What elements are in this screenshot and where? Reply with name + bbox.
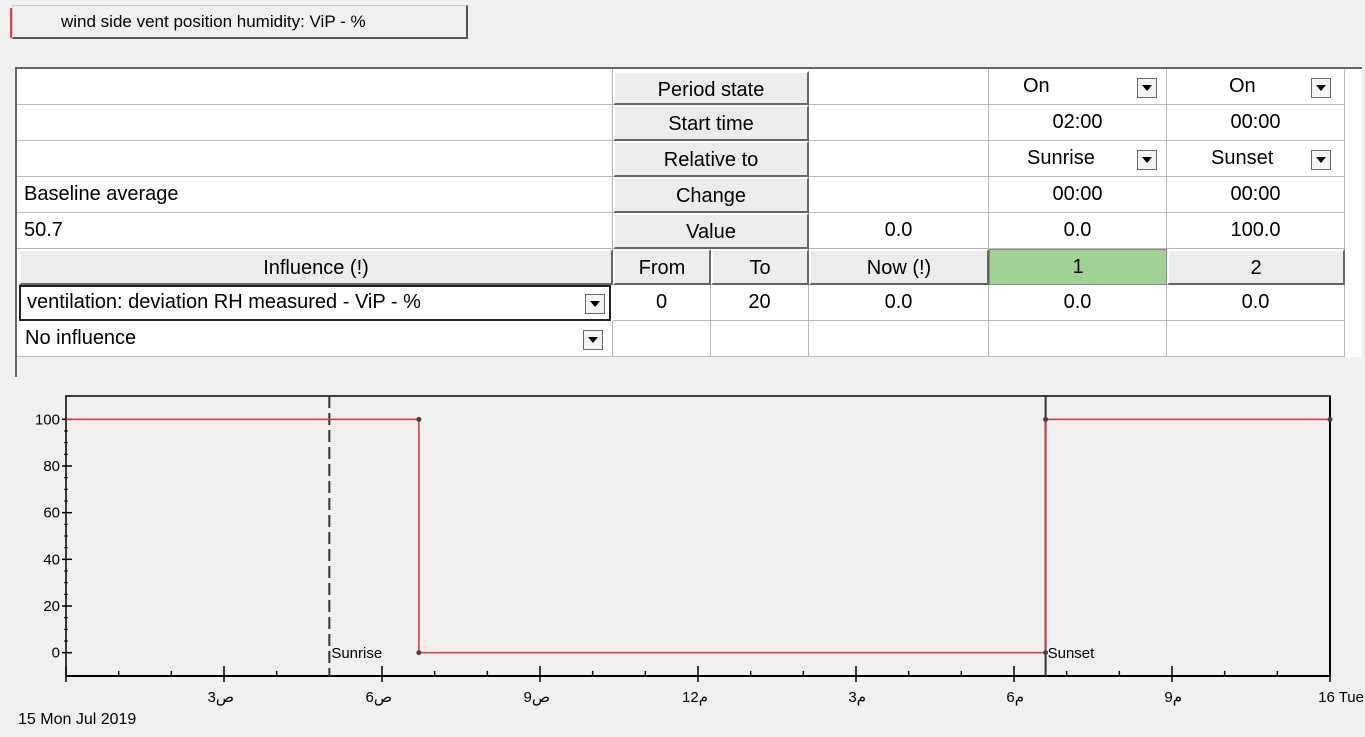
influence-p1[interactable] bbox=[989, 321, 1167, 357]
y-tick-label: 60 bbox=[43, 505, 60, 522]
influence-to[interactable]: 20 bbox=[711, 285, 809, 321]
row-header-start-time: Start time bbox=[613, 105, 809, 141]
now-header: Now (!) bbox=[809, 249, 989, 285]
period2-header[interactable]: 2 bbox=[1167, 249, 1345, 285]
influence-p2[interactable] bbox=[1167, 321, 1345, 357]
influence-now bbox=[809, 321, 989, 357]
plot-area bbox=[65, 395, 1331, 677]
period1-start-time[interactable]: 02:00 bbox=[989, 105, 1167, 141]
date-label: 15 Mon Jul 2019 bbox=[18, 711, 136, 728]
chevron-down-icon[interactable] bbox=[583, 330, 603, 350]
tab-bar: wind side vent position humidity: ViP - … bbox=[0, 0, 1365, 44]
period2-start-time[interactable]: 00:00 bbox=[1167, 105, 1345, 141]
period2-relative-to[interactable]: Sunset bbox=[1167, 141, 1345, 177]
tab-setting[interactable]: wind side vent position humidity: ViP - … bbox=[12, 5, 468, 39]
influence-p2[interactable]: 0.0 bbox=[1167, 285, 1345, 321]
value-now: 0.0 bbox=[809, 213, 989, 249]
influence-from[interactable] bbox=[613, 321, 711, 357]
y-tick-label: 0 bbox=[52, 645, 60, 662]
chart-svg: 100 80 60 40 20 0 3ص 6ص 9ص 12م 3م 6م 9م 16 Tue Sunri… bbox=[0, 378, 1365, 732]
influence-name: ventilation: deviation RH measured - ViP… bbox=[27, 291, 421, 313]
x-tick-label: 3ص bbox=[208, 689, 234, 706]
influence-to[interactable] bbox=[711, 321, 809, 357]
row-header-period-state: Period state bbox=[613, 71, 809, 105]
row-header-value: Value bbox=[613, 213, 809, 249]
x-tick-label: 12م bbox=[682, 689, 708, 706]
empty-cell bbox=[17, 141, 613, 177]
period1-state-value: On bbox=[1023, 75, 1050, 97]
y-tick-label: 20 bbox=[43, 598, 60, 615]
influence-now: 0.0 bbox=[809, 285, 989, 321]
series-point bbox=[1327, 416, 1333, 422]
grid-footer bbox=[17, 357, 1362, 377]
series-point bbox=[416, 416, 422, 422]
chevron-down-icon[interactable] bbox=[1137, 78, 1157, 98]
influence-select-2[interactable]: No influence bbox=[17, 321, 613, 357]
chevron-down-icon[interactable] bbox=[585, 294, 605, 314]
chevron-down-icon[interactable] bbox=[1137, 150, 1157, 170]
period2-change[interactable]: 00:00 bbox=[1167, 177, 1345, 213]
x-tick-label: 16 Tue bbox=[1318, 689, 1364, 706]
marker-label: Sunrise bbox=[331, 645, 382, 662]
chevron-down-icon[interactable] bbox=[1311, 78, 1331, 98]
from-header: From bbox=[613, 249, 711, 285]
x-tick-label: 6ص bbox=[366, 689, 392, 706]
period1-value[interactable]: 0.0 bbox=[989, 213, 1167, 249]
period2-value[interactable]: 100.0 bbox=[1167, 213, 1345, 249]
influence-from[interactable]: 0 bbox=[613, 285, 711, 321]
influence-select-1[interactable]: ventilation: deviation RH measured - ViP… bbox=[19, 285, 611, 321]
chart: 100 80 60 40 20 0 3ص 6ص 9ص 12م 3م 6م 9م 16 Tue Sunri… bbox=[0, 378, 1365, 732]
period1-change[interactable]: 00:00 bbox=[989, 177, 1167, 213]
x-tick-label: 9ص bbox=[524, 689, 550, 706]
empty-cell bbox=[17, 105, 613, 141]
y-tick-label: 80 bbox=[43, 458, 60, 475]
now-cell bbox=[809, 141, 989, 177]
baseline-value: 50.7 bbox=[17, 213, 613, 249]
series-point bbox=[416, 650, 422, 656]
series-point bbox=[1043, 650, 1049, 656]
period1-relative-to[interactable]: Sunrise bbox=[989, 141, 1167, 177]
y-tick-label: 100 bbox=[35, 411, 60, 428]
marker-label: Sunset bbox=[1048, 645, 1096, 662]
period2-relative-value: Sunset bbox=[1211, 147, 1274, 169]
row-header-relative-to: Relative to bbox=[613, 141, 809, 177]
y-tick-label: 40 bbox=[43, 551, 60, 568]
now-cell bbox=[809, 105, 989, 141]
period2-state[interactable]: On bbox=[1167, 69, 1345, 105]
empty-cell bbox=[17, 69, 613, 105]
to-header: To bbox=[711, 249, 809, 285]
x-tick-label: 6م bbox=[1006, 689, 1024, 706]
x-tick-label: 3م bbox=[848, 689, 866, 706]
baseline-label: Baseline average bbox=[17, 177, 613, 213]
now-cell bbox=[809, 177, 989, 213]
influence-p1[interactable]: 0.0 bbox=[989, 285, 1167, 321]
chevron-down-icon[interactable] bbox=[1311, 150, 1331, 170]
series-point bbox=[1043, 416, 1049, 422]
row-header-change: Change bbox=[613, 177, 809, 213]
influence-header: Influence (!) bbox=[19, 249, 613, 285]
now-cell bbox=[809, 69, 989, 105]
period1-state[interactable]: On bbox=[989, 69, 1167, 105]
period1-relative-value: Sunrise bbox=[1027, 147, 1095, 169]
period1-header[interactable]: 1 bbox=[989, 249, 1167, 285]
settings-grid: Period state On On Start time 02:00 00:0… bbox=[15, 67, 1362, 377]
period2-state-value: On bbox=[1229, 75, 1256, 97]
x-tick-label: 9م bbox=[1164, 689, 1182, 706]
influence-name: No influence bbox=[25, 327, 137, 349]
